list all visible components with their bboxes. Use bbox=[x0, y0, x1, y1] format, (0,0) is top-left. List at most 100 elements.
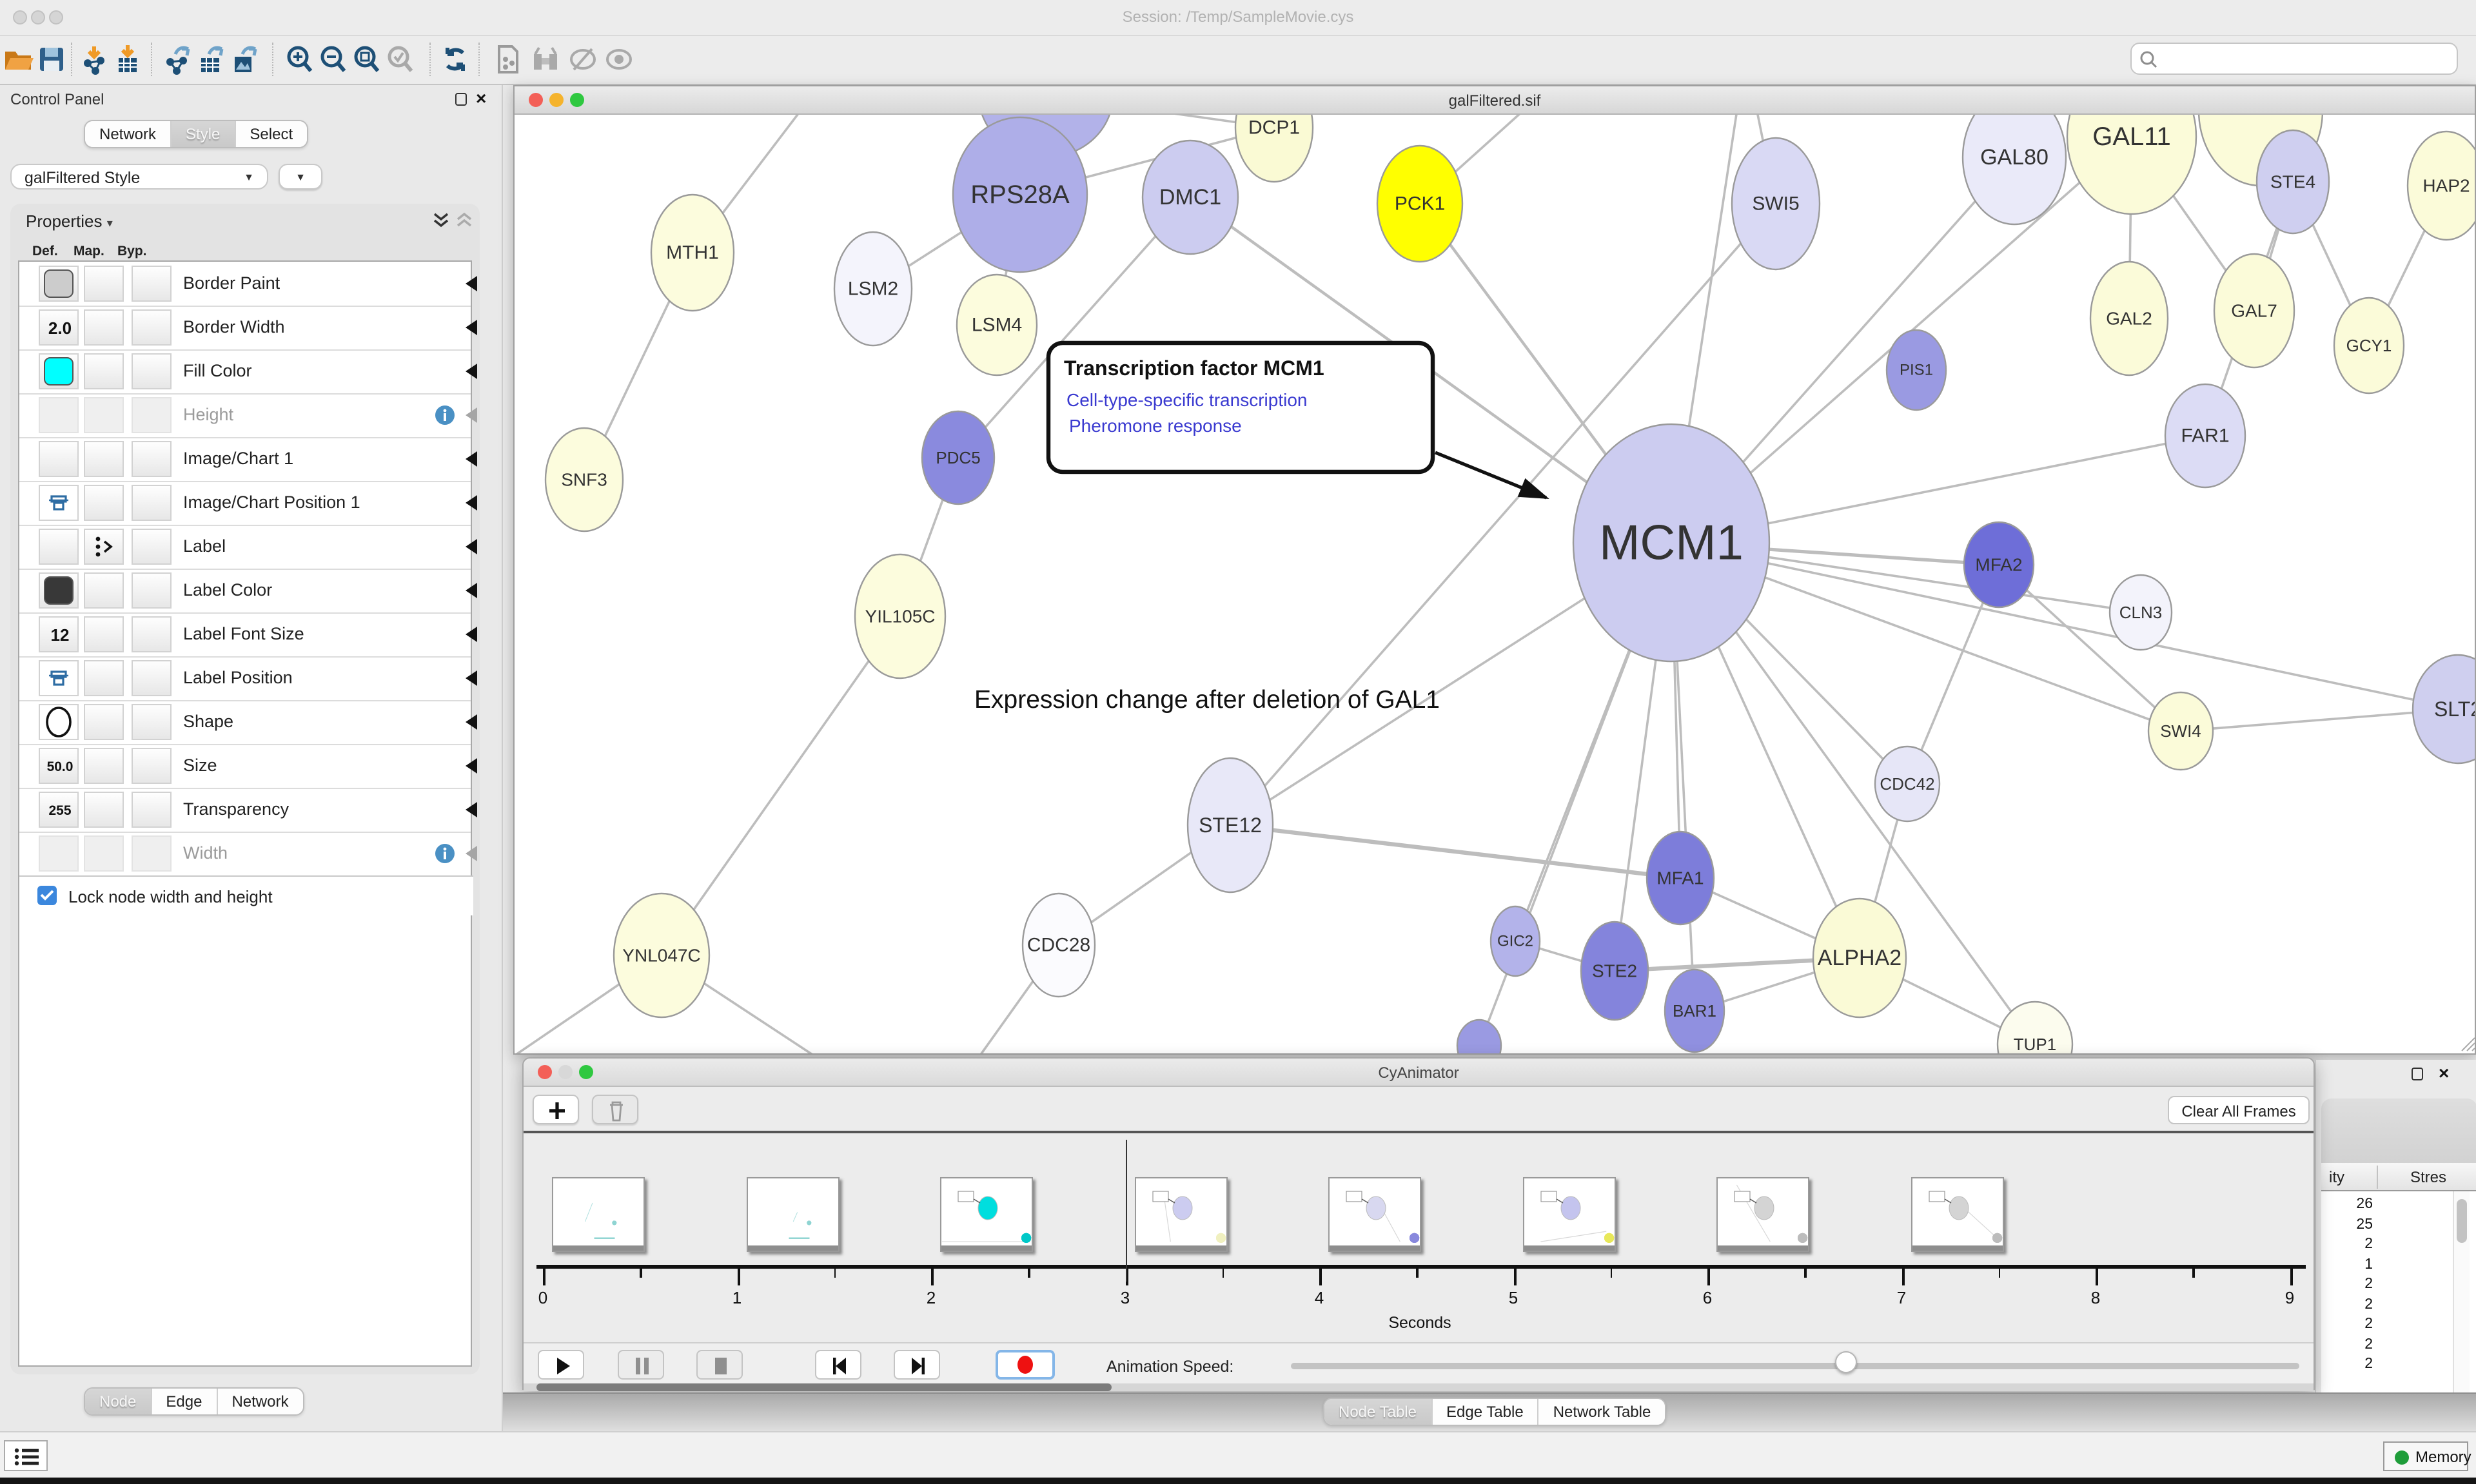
table-cell[interactable]: 2 bbox=[2321, 1276, 2373, 1292]
def-cell[interactable]: 12 bbox=[39, 616, 79, 652]
close-panel-icon[interactable]: × bbox=[476, 90, 486, 106]
expand-row-icon[interactable] bbox=[466, 320, 477, 335]
map-cell[interactable] bbox=[84, 353, 124, 389]
memory-button[interactable]: Memory bbox=[2383, 1441, 2468, 1471]
frame-thumbnail-7[interactable] bbox=[1911, 1177, 2003, 1252]
map-cell[interactable] bbox=[84, 529, 124, 565]
edge-yil105c-ynl047c[interactable] bbox=[662, 616, 900, 955]
annotation-link[interactable]: Cell-type-specific transcription bbox=[1066, 390, 1307, 410]
import-network-icon[interactable] bbox=[79, 44, 110, 75]
table-cell[interactable]: 2 bbox=[2321, 1316, 2373, 1332]
network-window-titlebar[interactable]: galFiltered.sif bbox=[515, 86, 2475, 115]
def-cell[interactable] bbox=[39, 266, 79, 302]
map-cell[interactable] bbox=[84, 485, 124, 521]
properties-header[interactable]: Properties ▾ bbox=[26, 211, 113, 231]
def-cell[interactable] bbox=[39, 397, 79, 433]
expand-row-icon[interactable] bbox=[466, 802, 477, 817]
property-row[interactable]: Fill Color bbox=[19, 349, 471, 395]
table-cell[interactable]: 2 bbox=[2321, 1296, 2373, 1312]
network-file-icon[interactable] bbox=[493, 44, 524, 75]
play-button[interactable] bbox=[538, 1350, 584, 1380]
expand-row-icon[interactable] bbox=[466, 627, 477, 642]
search-network-icon[interactable] bbox=[529, 44, 560, 75]
table-scrollbar[interactable] bbox=[2453, 1191, 2470, 1392]
cyanimator-titlebar[interactable]: CyAnimator bbox=[524, 1059, 2314, 1087]
def-cell[interactable] bbox=[39, 835, 79, 872]
animation-speed-slider[interactable] bbox=[1291, 1363, 2299, 1369]
table-cell[interactable]: 2 bbox=[2321, 1356, 2373, 1372]
edge-ste12-mfa1[interactable] bbox=[1230, 825, 1680, 878]
expand-row-icon[interactable] bbox=[466, 407, 477, 423]
expand-row-icon[interactable] bbox=[466, 670, 477, 686]
byp-cell[interactable] bbox=[132, 309, 172, 346]
tab-edge[interactable]: Edge bbox=[152, 1389, 217, 1414]
lock-checkbox[interactable] bbox=[37, 886, 57, 905]
def-cell[interactable] bbox=[39, 529, 79, 565]
byp-cell[interactable] bbox=[132, 660, 172, 696]
property-row[interactable]: Label bbox=[19, 525, 471, 570]
collapse-all-icon[interactable] bbox=[454, 211, 475, 229]
network-canvas[interactable]: DCP1RPS28ADMC1PCK1MTH1LSM2LSM4SNF3PDC5YI… bbox=[515, 115, 2475, 1053]
property-row[interactable]: Label Position bbox=[19, 656, 471, 701]
byp-cell[interactable] bbox=[132, 704, 172, 740]
timeline-playhead[interactable] bbox=[1125, 1140, 1126, 1282]
expand-row-icon[interactable] bbox=[466, 714, 477, 730]
def-cell[interactable]: 50.0 bbox=[39, 748, 79, 784]
byp-cell[interactable] bbox=[132, 397, 172, 433]
expand-all-icon[interactable] bbox=[431, 211, 451, 229]
byp-cell[interactable] bbox=[132, 485, 172, 521]
map-cell[interactable] bbox=[84, 704, 124, 740]
property-row[interactable]: Image/Chart 1 bbox=[19, 437, 471, 482]
map-cell[interactable] bbox=[84, 616, 124, 652]
expand-row-icon[interactable] bbox=[466, 276, 477, 291]
byp-cell[interactable] bbox=[132, 835, 172, 872]
map-cell[interactable] bbox=[84, 309, 124, 346]
resize-grip[interactable] bbox=[2472, 1048, 2475, 1051]
byp-cell[interactable] bbox=[132, 441, 172, 477]
byp-cell[interactable] bbox=[132, 572, 172, 609]
map-cell[interactable] bbox=[84, 792, 124, 828]
def-cell[interactable]: 255 bbox=[39, 792, 79, 828]
tab-style[interactable]: Style bbox=[172, 121, 235, 147]
apply-layout-icon[interactable] bbox=[440, 44, 471, 75]
open-session-icon[interactable] bbox=[3, 44, 34, 75]
delete-frame-button[interactable] bbox=[592, 1095, 638, 1124]
frame-thumbnail-1[interactable] bbox=[746, 1177, 839, 1252]
import-table-icon[interactable] bbox=[112, 44, 143, 75]
pause-button[interactable] bbox=[618, 1350, 664, 1380]
frames-timeline[interactable]: Seconds 0123456789 bbox=[524, 1133, 2314, 1342]
map-cell[interactable] bbox=[84, 835, 124, 872]
zoom-in-icon[interactable] bbox=[284, 44, 315, 75]
node-fus1[interactable] bbox=[1457, 1020, 1501, 1053]
tab-node-table[interactable]: Node Table bbox=[1324, 1399, 1432, 1425]
def-cell[interactable] bbox=[39, 441, 79, 477]
style-options-button[interactable]: ▼ bbox=[279, 164, 322, 190]
expand-row-icon[interactable] bbox=[466, 364, 477, 379]
byp-cell[interactable] bbox=[132, 266, 172, 302]
search-input[interactable] bbox=[2130, 43, 2458, 75]
expand-row-icon[interactable] bbox=[466, 758, 477, 774]
def-cell[interactable] bbox=[39, 572, 79, 609]
zoom-out-icon[interactable] bbox=[317, 44, 348, 75]
table-cell[interactable]: 2 bbox=[2321, 1336, 2373, 1352]
byp-cell[interactable] bbox=[132, 748, 172, 784]
expand-row-icon[interactable] bbox=[466, 495, 477, 511]
map-cell[interactable] bbox=[84, 397, 124, 433]
timeline-scrollbar[interactable] bbox=[524, 1383, 2314, 1391]
column-header[interactable]: Stres bbox=[2410, 1168, 2446, 1186]
float-panel-icon[interactable] bbox=[455, 93, 467, 106]
property-row[interactable]: 255Transparency bbox=[19, 788, 471, 833]
frame-thumbnail-3[interactable] bbox=[1134, 1177, 1227, 1252]
byp-cell[interactable] bbox=[132, 529, 172, 565]
property-row[interactable]: Image/Chart Position 1 bbox=[19, 481, 471, 526]
map-cell[interactable] bbox=[84, 748, 124, 784]
def-cell[interactable] bbox=[39, 704, 79, 740]
stop-button[interactable] bbox=[696, 1350, 743, 1380]
skip-start-button[interactable] bbox=[815, 1350, 861, 1380]
expand-row-icon[interactable] bbox=[466, 846, 477, 861]
map-cell[interactable] bbox=[84, 441, 124, 477]
byp-cell[interactable] bbox=[132, 616, 172, 652]
frame-thumbnail-6[interactable] bbox=[1716, 1177, 1809, 1252]
export-table-icon[interactable] bbox=[196, 44, 227, 75]
expand-row-icon[interactable] bbox=[466, 539, 477, 554]
